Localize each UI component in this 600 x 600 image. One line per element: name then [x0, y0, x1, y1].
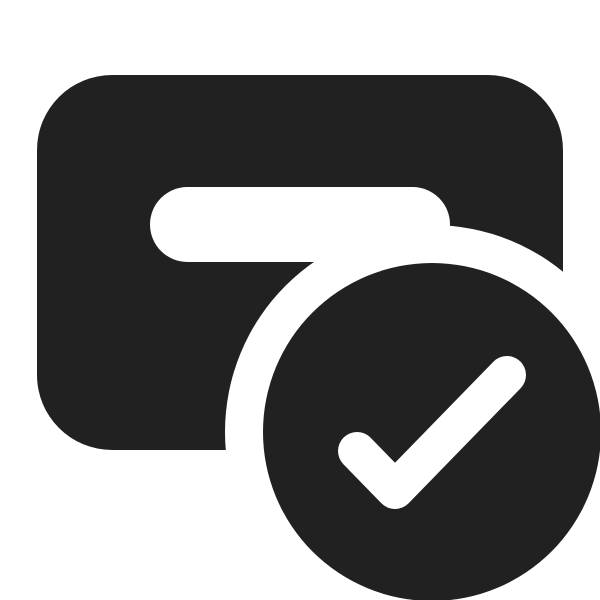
icon-canvas — [0, 0, 600, 600]
card-checkmark-icon — [37, 75, 600, 600]
